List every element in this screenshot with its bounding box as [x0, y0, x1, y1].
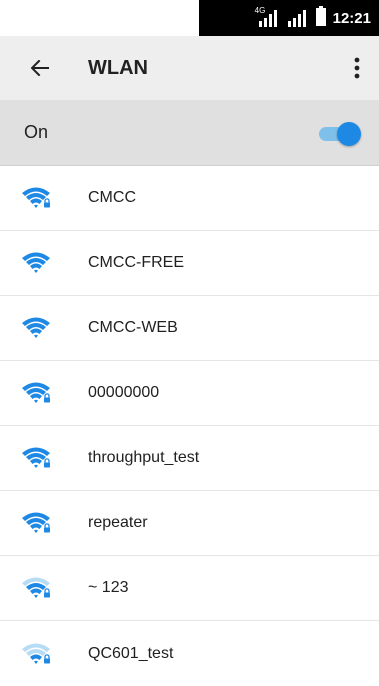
- lock-icon: [44, 458, 50, 468]
- wifi-signal-icon: [20, 249, 60, 277]
- network-ssid: ~ 123: [88, 579, 129, 596]
- network-ssid: CMCC-FREE: [88, 254, 184, 271]
- network-ssid: 00000000: [88, 384, 160, 401]
- network-row[interactable]: CMCC-FREE: [0, 231, 379, 296]
- lock-icon: [44, 653, 50, 663]
- toggle-thumb: [337, 122, 361, 146]
- back-arrow-icon: [31, 60, 49, 76]
- page-title: WLAN: [88, 56, 148, 79]
- wlan-toggle[interactable]: [317, 122, 361, 146]
- wifi-signal-icon: [20, 444, 60, 472]
- lock-icon: [44, 523, 50, 533]
- mobile-signal-icon: 4G: [254, 6, 279, 27]
- master-switch-label: On: [24, 122, 49, 142]
- network-row[interactable]: repeater: [0, 491, 379, 556]
- wlan-master-switch-row[interactable]: On: [0, 100, 379, 166]
- lock-icon: [44, 393, 50, 403]
- network-row[interactable]: throughput_test: [0, 426, 379, 491]
- back-button[interactable]: [24, 52, 56, 84]
- battery-icon: [315, 5, 327, 31]
- wifi-signal-icon: [20, 640, 60, 668]
- network-row[interactable]: CMCC-WEB: [0, 296, 379, 361]
- network-list: CMCC CMCC-FREE CMCC-WEB 00000000 through…: [0, 166, 379, 686]
- network-ssid: throughput_test: [88, 449, 200, 466]
- network-type-label: 4G: [254, 6, 266, 15]
- status-time: 12:21: [332, 9, 371, 27]
- status-icons: 4G 12:21: [199, 0, 379, 36]
- wifi-signal-icon: [20, 184, 60, 212]
- signal-strength-icon: [287, 9, 307, 27]
- network-row[interactable]: QC601_test: [0, 621, 379, 686]
- more-options-button[interactable]: [351, 54, 363, 82]
- wifi-signal-icon: [20, 314, 60, 342]
- status-bar: 4G 12:21: [0, 0, 379, 36]
- network-ssid: CMCC-WEB: [88, 319, 178, 336]
- lock-icon: [44, 198, 50, 208]
- network-ssid: repeater: [88, 514, 148, 531]
- network-ssid: CMCC: [88, 189, 136, 206]
- wifi-signal-icon: [20, 509, 60, 537]
- app-bar: WLAN: [0, 36, 379, 100]
- network-ssid: QC601_test: [88, 644, 174, 662]
- lock-icon: [44, 588, 50, 598]
- network-row[interactable]: CMCC: [0, 166, 379, 231]
- network-row[interactable]: ~ 123: [0, 556, 379, 621]
- more-vert-icon: [354, 57, 360, 79]
- network-row[interactable]: 00000000: [0, 361, 379, 426]
- wifi-signal-icon: [20, 379, 60, 407]
- wifi-signal-icon: [20, 574, 60, 602]
